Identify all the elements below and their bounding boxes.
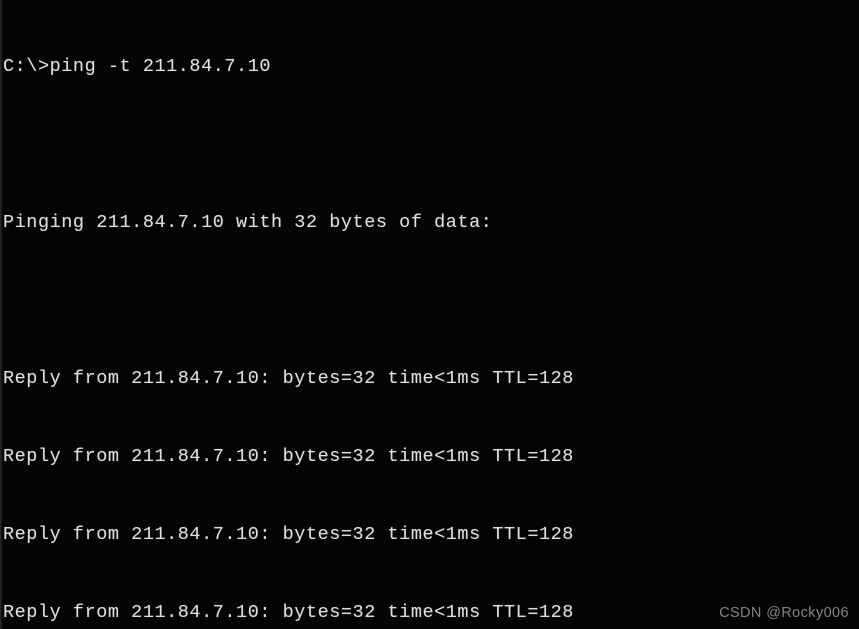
console-line-reply: Reply from 211.84.7.10: bytes=32 time<1m… [3, 446, 574, 467]
console-line-reply: Reply from 211.84.7.10: bytes=32 time<1m… [3, 524, 574, 545]
command-prompt-window[interactable]: C:\>ping -t 211.84.7.10 Pinging 211.84.7… [0, 0, 859, 629]
console-line-command: C:\>ping -t 211.84.7.10 [3, 56, 271, 77]
console-line-pinging-header: Pinging 211.84.7.10 with 32 bytes of dat… [3, 212, 493, 233]
csdn-watermark: CSDN @Rocky006 [719, 605, 849, 621]
console-output-area[interactable]: C:\>ping -t 211.84.7.10 Pinging 211.84.7… [0, 0, 859, 629]
console-line-reply: Reply from 211.84.7.10: bytes=32 time<1m… [3, 368, 574, 389]
